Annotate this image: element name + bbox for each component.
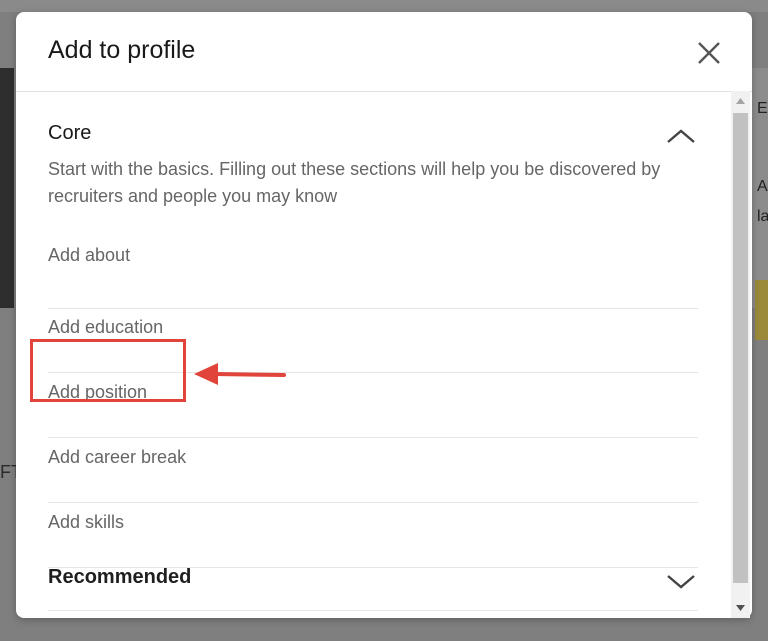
scrollbar-thumb[interactable] xyxy=(733,113,748,583)
arrow-icon xyxy=(194,363,286,385)
expand-recommended-button[interactable] xyxy=(664,566,698,596)
background-text-right-3: la xyxy=(757,208,768,225)
collapse-core-button[interactable] xyxy=(664,122,698,152)
chevron-up-icon xyxy=(667,129,695,143)
add-education-label: Add education xyxy=(48,317,164,337)
background-image-fragment xyxy=(0,68,14,308)
close-button[interactable] xyxy=(692,36,726,70)
core-description: Start with the basics. Filling out these… xyxy=(48,159,661,206)
recommended-divider xyxy=(48,610,698,611)
scroll-up-arrow-icon xyxy=(736,98,745,104)
dialog-scrollbar[interactable] xyxy=(731,91,750,618)
add-to-profile-dialog: Add to profile Core Start with the basic… xyxy=(16,12,752,618)
background-text-right-1: E xyxy=(757,100,768,117)
core-section-title: Core xyxy=(48,122,92,144)
background-banner-right xyxy=(755,280,768,340)
add-career-break-label: Add career break xyxy=(48,447,187,467)
chevron-down-icon xyxy=(667,575,695,589)
add-skills-item[interactable]: Add skills xyxy=(48,503,698,568)
scroll-down-arrow-icon xyxy=(736,605,745,611)
add-skills-label: Add skills xyxy=(48,512,125,532)
add-about-item[interactable]: Add about xyxy=(48,244,698,309)
background-text-right-2: A xyxy=(757,178,768,195)
dialog-header: Add to profile xyxy=(16,12,752,92)
highlight-box xyxy=(30,339,186,402)
add-about-label: Add about xyxy=(48,245,131,265)
scroll-up-button[interactable] xyxy=(731,91,750,111)
dialog-title: Add to profile xyxy=(48,36,196,64)
recommended-section-header[interactable]: Recommended xyxy=(48,566,698,596)
close-icon xyxy=(698,42,720,64)
recommended-section-title: Recommended xyxy=(48,566,192,588)
add-career-break-item[interactable]: Add career break xyxy=(48,438,698,503)
core-section-header[interactable]: Core xyxy=(48,122,698,152)
scroll-down-button[interactable] xyxy=(731,598,750,618)
background-top-bar xyxy=(0,0,768,12)
